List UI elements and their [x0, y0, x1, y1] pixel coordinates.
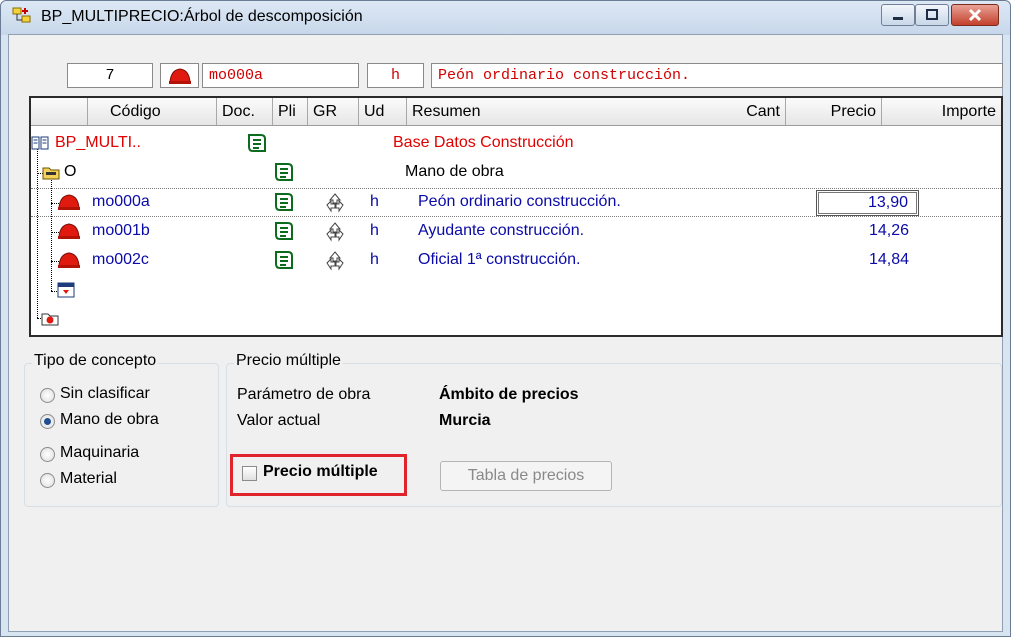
- column-cant[interactable]: Cant: [665, 98, 786, 125]
- minimize-icon: [893, 17, 903, 20]
- helmet-icon: [58, 223, 80, 239]
- column-doc[interactable]: Doc.: [217, 98, 273, 125]
- row-code: mo001b: [92, 222, 150, 239]
- column-pli[interactable]: Pli: [273, 98, 308, 125]
- project-parameter-value: Ámbito de precios: [439, 386, 579, 403]
- multi-price-title: Precio múltiple: [234, 352, 343, 370]
- project-parameter-label: Parámetro de obra: [237, 386, 371, 403]
- recycle-icon: [326, 251, 344, 271]
- spec-sheet-icon: [275, 193, 293, 211]
- tree-row-mo000a[interactable]: mo000a h Peón ordinario construcción. 13…: [31, 188, 1001, 217]
- row-code: O: [64, 163, 77, 180]
- row-code: mo000a: [92, 193, 150, 210]
- row-summary: Oficial 1ª construcción.: [418, 251, 581, 268]
- column-importe[interactable]: Importe: [882, 98, 1001, 125]
- multi-price-checkbox-label[interactable]: Precio múltiple: [263, 463, 378, 481]
- decomposition-tree-grid[interactable]: Código Doc. Pli GR Ud Resumen Cant Preci…: [29, 96, 1003, 337]
- books-icon: [31, 136, 49, 150]
- concept-type-title: Tipo de concepto: [32, 352, 159, 370]
- spec-sheet-icon: [248, 134, 266, 152]
- concept-type-field[interactable]: [160, 63, 199, 88]
- row-unit: h: [370, 222, 379, 239]
- radio-indicator: [40, 447, 55, 462]
- radio-label: Sin clasificar: [60, 385, 150, 402]
- spec-sheet-icon: [275, 163, 293, 181]
- title-bar[interactable]: BP_MULTIPRECIO:Árbol de descomposición: [1, 1, 1010, 35]
- tree-row-folder[interactable]: O Mano de obra: [31, 159, 1001, 188]
- close-button[interactable]: [951, 4, 999, 26]
- maximize-icon: [926, 9, 938, 20]
- line-number-field[interactable]: 7: [67, 63, 153, 88]
- row-summary: Ayudante construcción.: [418, 222, 585, 239]
- radio-indicator: [40, 473, 55, 488]
- radio-label: Mano de obra: [60, 411, 159, 428]
- current-value-label: Valor actual: [237, 412, 321, 429]
- helmet-icon: [58, 252, 80, 268]
- minimize-button[interactable]: [881, 4, 915, 26]
- recycle-icon: [326, 193, 344, 213]
- spec-sheet-icon: [275, 222, 293, 240]
- folder-icon: [42, 167, 60, 180]
- column-precio[interactable]: Precio: [786, 98, 882, 125]
- tree-row-mo002c[interactable]: mo002c h Oficial 1ª construcción. 14,84: [31, 247, 1001, 276]
- current-value: Murcia: [439, 412, 491, 429]
- summary-field[interactable]: Peón ordinario construcción.: [431, 63, 1003, 88]
- code-field[interactable]: mo000a: [202, 63, 359, 88]
- column-codigo[interactable]: Código: [88, 98, 217, 125]
- window-title: BP_MULTIPRECIO:Árbol de descomposición: [41, 8, 363, 25]
- insert-folder-icon[interactable]: [41, 310, 59, 326]
- radio-indicator: [40, 388, 55, 403]
- tree-app-icon: [12, 7, 31, 23]
- grid-header: Código Doc. Pli GR Ud Resumen Cant Preci…: [31, 98, 1001, 126]
- row-unit: h: [370, 251, 379, 268]
- maximize-button[interactable]: [915, 4, 949, 26]
- row-summary: Base Datos Construcción: [393, 134, 574, 151]
- tree-row-mo001b[interactable]: mo001b h Ayudante construcción. 14,26: [31, 218, 1001, 247]
- radio-label: Material: [60, 470, 117, 487]
- row-summary: Mano de obra: [405, 163, 504, 180]
- helmet-icon: [58, 194, 80, 210]
- multi-price-checkbox[interactable]: [242, 466, 257, 481]
- row-unit: h: [370, 193, 379, 210]
- row-price: 14,26: [868, 222, 909, 239]
- recycle-icon: [326, 222, 344, 242]
- row-code: BP_MULTI..: [55, 134, 141, 151]
- radio-label: Maquinaria: [60, 444, 140, 461]
- helmet-icon: [169, 68, 191, 84]
- row-price: 14,84: [868, 251, 909, 268]
- header-spacer: [31, 98, 88, 125]
- close-icon: [968, 8, 982, 22]
- spec-sheet-icon: [275, 251, 293, 269]
- row-price-editor[interactable]: 13,90: [816, 190, 919, 216]
- tree-row-root[interactable]: BP_MULTI.. Base Datos Construcción: [31, 130, 1001, 159]
- column-ud[interactable]: Ud: [359, 98, 407, 125]
- row-summary: Peón ordinario construcción.: [418, 193, 621, 210]
- row-code: mo002c: [92, 251, 149, 268]
- unit-field[interactable]: h: [367, 63, 424, 88]
- price-table-button[interactable]: Tabla de precios: [440, 461, 612, 491]
- column-gr[interactable]: GR: [308, 98, 359, 125]
- radio-indicator: [40, 414, 55, 429]
- insert-child-icon[interactable]: [57, 282, 75, 298]
